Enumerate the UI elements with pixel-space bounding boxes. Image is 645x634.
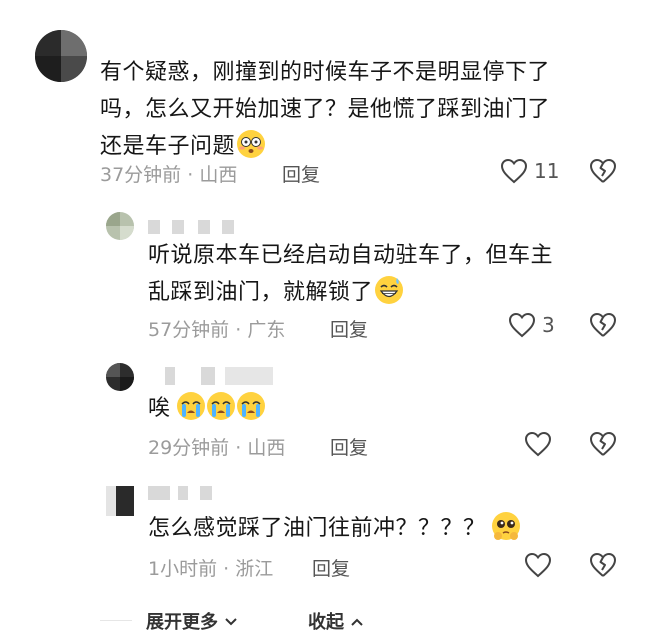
avatar[interactable]	[106, 486, 134, 516]
dislike-button[interactable]	[589, 431, 617, 461]
location: 山西	[247, 437, 286, 459]
dislike-button[interactable]	[589, 312, 617, 342]
comment-4: 怎么感觉踩了油门往前冲？？？？ 1小时前 · 浙江 回复	[0, 480, 645, 605]
dislike-button[interactable]	[589, 552, 617, 582]
comment-1: 有个疑惑，刚撞到的时候车子不是明显停下了 吗，怎么又开始加速了？是他慌了踩到油门…	[0, 0, 645, 200]
comment-text: 有个疑惑，刚撞到的时候车子不是明显停下了 吗，怎么又开始加速了？是他慌了踩到油门…	[100, 54, 550, 165]
flushed-face-emoji	[237, 130, 266, 158]
like-count: 11	[534, 159, 560, 183]
timestamp: 1小时前	[148, 558, 218, 580]
like-button[interactable]: 11	[500, 158, 559, 184]
broken-heart-icon	[590, 159, 616, 183]
crying-face-emoji	[176, 392, 205, 420]
avatar[interactable]	[106, 363, 134, 391]
heart-icon	[508, 312, 536, 338]
username[interactable]	[165, 367, 275, 385]
broken-heart-icon	[590, 553, 616, 577]
divider	[100, 620, 132, 621]
comment-3: 唉 29分钟前 · 山西 回复	[0, 355, 645, 480]
separator: ·	[229, 319, 248, 341]
avatar[interactable]	[35, 30, 87, 82]
separator: ·	[217, 558, 236, 580]
separator: ·	[229, 437, 248, 459]
heart-icon	[500, 158, 528, 184]
comment-text: 怎么感觉踩了油门往前冲？？？？	[148, 510, 520, 547]
chevron-up-icon	[351, 618, 363, 626]
crying-face-emoji	[206, 392, 235, 420]
location: 广东	[247, 319, 286, 341]
pleading-face-emoji	[491, 512, 520, 540]
crying-face-emoji	[236, 392, 265, 420]
comment-2: 听说原本车已经启动自动驻车了，但车主 乱踩到油门，就解锁了 57分钟前 · 广东…	[0, 200, 645, 355]
avatar[interactable]	[106, 212, 134, 240]
username[interactable]	[148, 220, 236, 234]
reply-button[interactable]: 回复	[282, 160, 320, 187]
dislike-button[interactable]	[589, 158, 617, 188]
comment-meta: 57分钟前 · 广东	[148, 315, 285, 342]
heart-icon	[524, 552, 552, 578]
comment-line: 吗，怎么又开始加速了？是他慌了踩到油门了	[100, 97, 551, 122]
timestamp: 29分钟前	[148, 437, 230, 459]
separator: ·	[181, 164, 200, 186]
comment-meta: 29分钟前 · 山西	[148, 433, 285, 460]
heart-icon	[524, 431, 552, 457]
broken-heart-icon	[590, 432, 616, 456]
like-count: 3	[542, 313, 555, 337]
comment-meta: 1小时前 · 浙江	[148, 554, 273, 581]
comment-line: 还是车子问题	[100, 134, 236, 159]
expand-more-button[interactable]: 展开更多	[146, 608, 238, 634]
comment-text: 唉	[148, 390, 265, 427]
comment-text: 听说原本车已经启动自动驻车了，但车主 乱踩到油门，就解锁了	[148, 237, 553, 311]
like-button[interactable]: 3	[508, 312, 555, 338]
grinning-sweat-emoji	[375, 276, 404, 304]
like-button[interactable]	[524, 552, 552, 578]
location: 山西	[199, 164, 238, 186]
comment-line: 听说原本车已经启动自动驻车了，但车主	[148, 243, 554, 268]
timestamp: 57分钟前	[148, 319, 230, 341]
comment-line: 怎么感觉踩了油门往前冲？？？？	[148, 516, 486, 541]
comment-meta: 37分钟前 · 山西	[100, 160, 237, 187]
reply-button[interactable]: 回复	[330, 433, 368, 460]
comment-line: 有个疑惑，刚撞到的时候车子不是明显停下了	[100, 60, 551, 85]
timestamp: 37分钟前	[100, 164, 182, 186]
like-button[interactable]	[524, 431, 552, 457]
reply-button[interactable]: 回复	[312, 554, 350, 581]
collapse-button[interactable]: 收起	[308, 608, 364, 634]
broken-heart-icon	[590, 313, 616, 337]
chevron-down-icon	[225, 618, 237, 626]
location: 浙江	[235, 558, 274, 580]
reply-button[interactable]: 回复	[330, 315, 368, 342]
comment-line: 唉	[148, 396, 171, 421]
replies-footer: 展开更多 收起	[0, 608, 645, 633]
username[interactable]	[148, 486, 214, 500]
comment-line: 乱踩到油门，就解锁了	[148, 280, 374, 305]
